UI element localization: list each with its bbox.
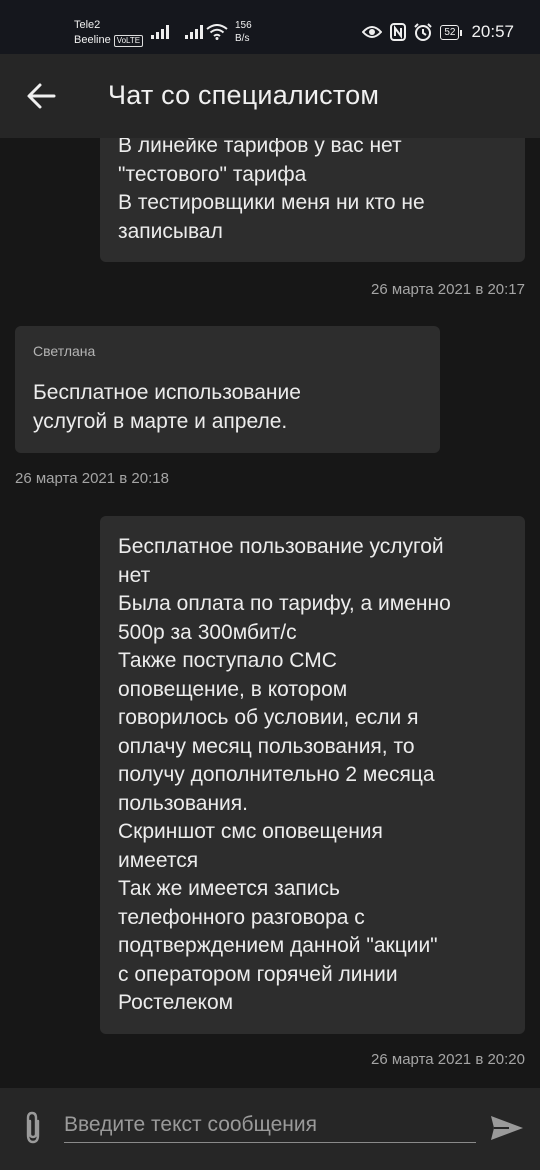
signal-icon	[151, 25, 169, 39]
message-bubble-incoming: Светлана Бесплатное использование услуго…	[15, 326, 440, 453]
volte-badge: VoLTE	[113, 35, 144, 47]
message-timestamp: 26 марта 2021 в 20:17	[371, 281, 525, 298]
nfc-icon	[390, 23, 407, 41]
message-text: Бесплатное использование услугой в марте…	[33, 381, 301, 433]
status-right: 52 20:57	[362, 22, 514, 42]
carrier-2: Beeline VoLTE	[74, 33, 144, 48]
eye-icon	[362, 26, 383, 38]
arrow-left-icon[interactable]	[26, 82, 56, 110]
carrier-1: Tele2	[74, 19, 101, 31]
composer-bar: Введите текст сообщения	[0, 1088, 540, 1170]
net-speed-value: 156	[235, 20, 252, 31]
message-timestamp: 26 марта 2021 в 20:20	[371, 1051, 525, 1068]
message-text: Бесплатное пользование услугой нет Была …	[118, 535, 451, 1014]
send-icon[interactable]	[489, 1114, 525, 1142]
message-text: В линейке тарифов у вас нет "тестового" …	[118, 138, 425, 243]
page-title: Чат со специалистом	[108, 80, 380, 110]
net-speed-unit: B/s	[235, 33, 250, 44]
carrier-2-label: Beeline	[74, 34, 111, 46]
status-bar: Tele2 Beeline VoLTE 156 B/s 52 20:57	[0, 0, 540, 54]
signal-icon	[185, 25, 203, 39]
sender-name: Светлана	[33, 343, 96, 359]
carriers: Tele2 Beeline VoLTE	[74, 18, 144, 48]
alarm-icon	[414, 23, 433, 41]
message-bubble-outgoing: В линейке тарифов у вас нет "тестового" …	[100, 138, 525, 262]
message-timestamp: 26 марта 2021 в 20:18	[15, 470, 169, 487]
app-bar: Чат со специалистом	[0, 54, 540, 138]
clock: 20:57	[471, 22, 514, 41]
message-bubble-outgoing: Бесплатное пользование услугой нет Была …	[100, 516, 525, 1034]
net-speed: 156 B/s	[235, 19, 252, 45]
message-input[interactable]: Введите текст сообщения	[64, 1108, 476, 1143]
battery-icon: 52	[440, 24, 463, 40]
chat-area[interactable]: В линейке тарифов у вас нет "тестового" …	[0, 138, 540, 1088]
wifi-icon	[206, 24, 228, 40]
paperclip-icon[interactable]	[20, 1111, 46, 1145]
